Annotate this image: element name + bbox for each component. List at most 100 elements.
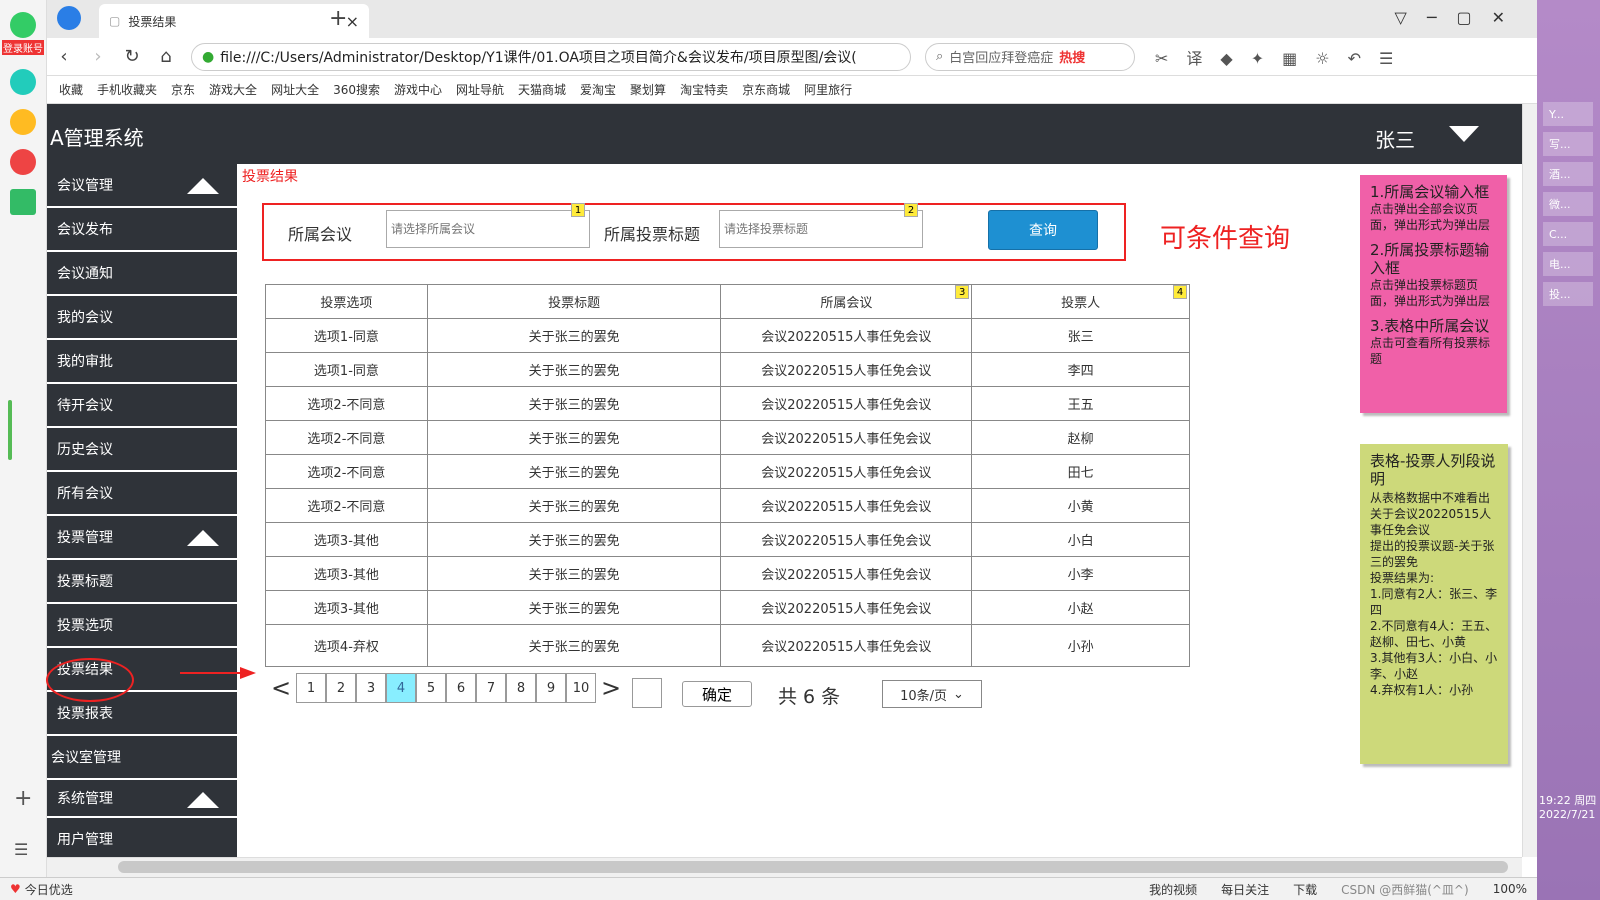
page-button[interactable]: 4 bbox=[386, 673, 416, 703]
add-icon[interactable]: + bbox=[14, 786, 32, 811]
bookmark-1[interactable]: 手机收藏夹 bbox=[97, 81, 157, 98]
page-button[interactable]: 10 bbox=[566, 673, 596, 703]
bookmark-11[interactable]: 淘宝特卖 bbox=[680, 81, 728, 98]
confirm-button[interactable]: 确定 bbox=[682, 681, 752, 707]
table-cell[interactable]: 会议20220515人事任免会议 bbox=[720, 352, 973, 387]
sidebar-item-meeting-notice[interactable]: 会议通知 bbox=[47, 252, 237, 296]
page-button[interactable]: 1 bbox=[296, 673, 326, 703]
table-row: 选项1-同意 关于张三的罢免 会议20220515人事任免会议 张三 bbox=[265, 318, 1190, 353]
right-item-6[interactable]: 投... bbox=[1543, 282, 1593, 306]
page-button[interactable]: 2 bbox=[326, 673, 356, 703]
page-button[interactable]: 8 bbox=[506, 673, 536, 703]
list-icon[interactable]: ☰ bbox=[14, 840, 28, 859]
table-cell: 选项1-同意 bbox=[265, 318, 428, 353]
page-button[interactable]: 9 bbox=[536, 673, 566, 703]
bookmark-9[interactable]: 爱淘宝 bbox=[580, 81, 616, 98]
page-button[interactable]: 6 bbox=[446, 673, 476, 703]
sidebar-item-history-meeting[interactable]: 历史会议 bbox=[47, 428, 237, 472]
right-item-5[interactable]: 电... bbox=[1543, 252, 1593, 276]
table-cell: 小白 bbox=[971, 522, 1190, 557]
browser-nav-icon[interactable] bbox=[57, 6, 81, 30]
address-bar[interactable]: ● file:///C:/Users/Administrator/Desktop… bbox=[191, 42, 911, 71]
app-title: A管理系统 bbox=[50, 126, 144, 150]
mail-icon[interactable] bbox=[10, 189, 36, 215]
bookmark-10[interactable]: 聚划算 bbox=[630, 81, 666, 98]
sidebar-item-meeting-mgmt[interactable]: 会议管理 bbox=[47, 164, 237, 208]
star-icon[interactable] bbox=[10, 109, 36, 135]
bookmark-6[interactable]: 游戏中心 bbox=[394, 81, 442, 98]
col-vote-option: 投票选项 bbox=[265, 284, 428, 319]
search-icon: ⌕ bbox=[936, 49, 944, 64]
sidebar-item-my-meeting[interactable]: 我的会议 bbox=[47, 296, 237, 340]
sidebar-item-user-mgmt[interactable]: 用户管理 bbox=[47, 818, 237, 857]
meeting-input[interactable] bbox=[386, 210, 590, 248]
vote-title-input[interactable] bbox=[719, 210, 923, 248]
page-button[interactable]: 5 bbox=[416, 673, 446, 703]
toolbar-icons[interactable]: ✂译◆✦▦☼↶☰ bbox=[1155, 45, 1411, 69]
bookmark-4[interactable]: 网址大全 bbox=[271, 81, 319, 98]
table-cell[interactable]: 会议20220515人事任免会议 bbox=[720, 386, 973, 421]
sidebar-item-room-mgmt[interactable]: 会议室管理 bbox=[47, 736, 237, 780]
reload-icon[interactable]: ↻ bbox=[115, 46, 149, 67]
right-item-1[interactable]: 写... bbox=[1543, 132, 1593, 156]
sidebar-item-system-mgmt[interactable]: 系统管理 bbox=[47, 780, 237, 818]
horizontal-scroll-thumb[interactable] bbox=[118, 861, 1508, 873]
status-video[interactable]: 我的视频 bbox=[1149, 881, 1197, 898]
status-daily[interactable]: 每日关注 bbox=[1221, 881, 1269, 898]
table-cell[interactable]: 会议20220515人事任免会议 bbox=[720, 318, 973, 353]
prev-page-button[interactable]: < bbox=[266, 674, 296, 702]
sidebar-item-label: 投票管理 bbox=[57, 530, 113, 546]
sidebar-item-vote-option[interactable]: 投票选项 bbox=[47, 604, 237, 648]
right-item-2[interactable]: 酒... bbox=[1543, 162, 1593, 186]
bookmark-13[interactable]: 阿里旅行 bbox=[804, 81, 852, 98]
sidebar-item-vote-mgmt[interactable]: 投票管理 bbox=[47, 516, 237, 560]
sidebar-item-meeting-publish[interactable]: 会议发布 bbox=[47, 208, 237, 252]
new-tab-icon[interactable]: + bbox=[329, 6, 347, 31]
back-icon[interactable]: ‹ bbox=[47, 46, 81, 67]
status-download[interactable]: 下载 bbox=[1293, 881, 1317, 898]
sidebar-item-my-approval[interactable]: 我的审批 bbox=[47, 340, 237, 384]
bookmark-12[interactable]: 京东商城 bbox=[742, 81, 790, 98]
weibo-icon[interactable] bbox=[10, 149, 36, 175]
bookmark-3[interactable]: 游戏大全 bbox=[209, 81, 257, 98]
forward-icon[interactable]: › bbox=[81, 46, 115, 67]
bookmark-2[interactable]: 京东 bbox=[171, 81, 195, 98]
query-button[interactable]: 查询 bbox=[988, 210, 1098, 250]
sidebar-item-vote-title[interactable]: 投票标题 bbox=[47, 560, 237, 604]
sidebar-item-pending-meeting[interactable]: 待开会议 bbox=[47, 384, 237, 428]
user-name[interactable]: 张三 bbox=[1375, 124, 1415, 153]
home-icon[interactable]: ⌂ bbox=[149, 46, 183, 67]
login-label[interactable]: 登录账号 bbox=[2, 40, 44, 55]
table-cell: 选项2-不同意 bbox=[265, 386, 428, 421]
sidebar-item-all-meeting[interactable]: 所有会议 bbox=[47, 472, 237, 516]
next-page-button[interactable]: > bbox=[596, 674, 626, 702]
table-cell[interactable]: 会议20220515人事任免会议 bbox=[720, 590, 973, 625]
right-item-4[interactable]: C... bbox=[1543, 222, 1593, 246]
close-tab-icon[interactable]: × bbox=[346, 12, 359, 31]
health-icon[interactable] bbox=[10, 69, 36, 95]
table-cell[interactable]: 会议20220515人事任免会议 bbox=[720, 624, 973, 667]
goto-page-input[interactable] bbox=[632, 678, 662, 708]
table-cell[interactable]: 会议20220515人事任免会议 bbox=[720, 556, 973, 591]
page-button[interactable]: 3 bbox=[356, 673, 386, 703]
search-box[interactable]: ⌕ 白宫回应拜登癌症 热搜 bbox=[925, 42, 1135, 71]
table-cell[interactable]: 会议20220515人事任免会议 bbox=[720, 420, 973, 455]
right-item-0[interactable]: Y... bbox=[1543, 102, 1593, 126]
zoom-level[interactable]: 100% bbox=[1493, 882, 1527, 896]
page-size-select[interactable]: 10条/页 ⌄ bbox=[882, 680, 982, 708]
status-left[interactable]: 今日优选 bbox=[25, 881, 73, 898]
right-item-3[interactable]: 微... bbox=[1543, 192, 1593, 216]
sidebar-item-label: 会议管理 bbox=[57, 178, 113, 194]
note-title: 1.所属会议输入框 bbox=[1370, 183, 1490, 201]
table-cell[interactable]: 会议20220515人事任免会议 bbox=[720, 522, 973, 557]
bookmark-0[interactable]: 收藏 bbox=[59, 81, 83, 98]
window-controls[interactable]: ▽─▢✕ bbox=[1395, 8, 1525, 27]
table-cell[interactable]: 会议20220515人事任免会议 bbox=[720, 488, 973, 523]
bookmark-5[interactable]: 360搜索 bbox=[333, 81, 380, 98]
bookmark-7[interactable]: 网址导航 bbox=[456, 81, 504, 98]
page-button[interactable]: 7 bbox=[476, 673, 506, 703]
table-cell[interactable]: 会议20220515人事任免会议 bbox=[720, 454, 973, 489]
user-dropdown-icon[interactable] bbox=[1449, 126, 1479, 142]
vertical-scrollbar[interactable] bbox=[1522, 104, 1537, 857]
bookmark-8[interactable]: 天猫商城 bbox=[518, 81, 566, 98]
